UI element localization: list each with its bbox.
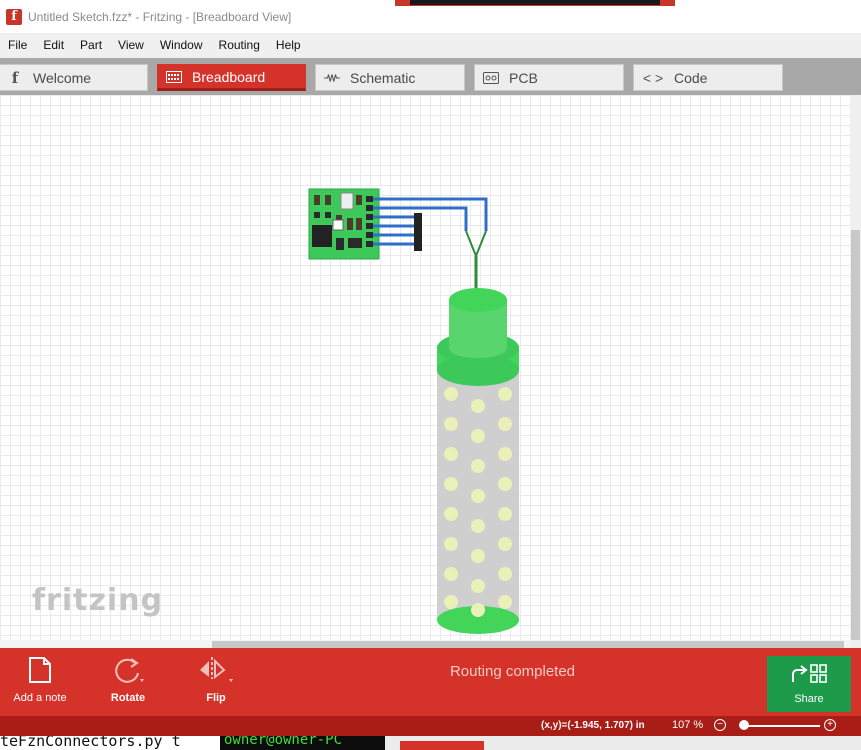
wire-bundle[interactable] [373, 197, 488, 296]
menu-view[interactable]: View [110, 33, 152, 58]
flip-label: Flip [206, 692, 226, 704]
smd-component [314, 195, 320, 205]
sensor-module[interactable] [308, 188, 380, 260]
status-bar: (x,y)=(-1.945, 1.707) in 107 % − + [0, 716, 861, 736]
menu-help[interactable]: Help [268, 33, 309, 58]
smd-component [356, 195, 362, 205]
zoom-level: 107 % [672, 719, 704, 731]
add-note-label: Add a note [13, 692, 67, 704]
smd-component [325, 212, 331, 218]
tab-breadboard[interactable]: Breadboard [157, 64, 306, 91]
fritzing-app-icon: f [6, 8, 22, 25]
share-button[interactable]: Share [767, 656, 851, 712]
zoom-out-icon[interactable]: − [714, 719, 726, 731]
view-tab-bar: f Welcome Breadboard Schematic PCB < > C… [0, 58, 861, 95]
tab-code[interactable]: < > Code [633, 64, 783, 91]
rotate-label: Rotate [110, 692, 146, 704]
fritzing-watermark: fritzing [32, 583, 164, 618]
background-terminal-text: owner@owner-PC [224, 736, 343, 748]
soil-probe[interactable] [437, 288, 519, 634]
share-icon [791, 663, 827, 687]
zoom-slider[interactable] [740, 725, 820, 727]
pcb-icon [483, 70, 499, 86]
smd-component [347, 218, 353, 230]
tab-pcb[interactable]: PCB [474, 64, 624, 91]
smd-component [332, 219, 344, 231]
tab-label: PCB [509, 69, 538, 86]
smd-component [325, 195, 331, 205]
tab-label: Welcome [33, 69, 92, 86]
smd-component [356, 218, 362, 230]
smd-component [348, 238, 362, 248]
share-label: Share [794, 692, 824, 705]
title-bar: f Untitled Sketch.fzz* - Fritzing - [Bre… [0, 0, 861, 33]
code-brackets-icon: < > [642, 69, 664, 86]
menu-edit[interactable]: Edit [35, 33, 72, 58]
note-page-icon [28, 652, 52, 688]
rotate-button[interactable]: Rotate [88, 652, 168, 712]
tab-welcome[interactable]: f Welcome [0, 64, 148, 91]
horizontal-scroll-thumb[interactable] [212, 641, 844, 648]
flip-icon [198, 652, 234, 688]
background-windows: teFznConnectors.py t owner@owner-PC [0, 736, 861, 750]
window-title: Untitled Sketch.fzz* - Fritzing - [Bread… [28, 9, 292, 24]
background-red-block [400, 741, 484, 750]
flip-button[interactable]: Flip [176, 652, 256, 712]
tab-label: Schematic [350, 69, 416, 86]
smd-component [340, 192, 354, 210]
routing-status-text: Routing completed [449, 663, 576, 680]
vertical-scroll-thumb[interactable] [851, 230, 860, 640]
rotate-icon [111, 652, 145, 688]
menu-routing[interactable]: Routing [211, 33, 268, 58]
tab-label: Code [674, 69, 708, 86]
breadboard-canvas[interactable]: fritzing [0, 95, 850, 648]
background-window-edge-dark [410, 0, 660, 5]
fritzing-f-icon: f [11, 68, 19, 87]
menu-bar: File Edit Part View Window Routing Help [0, 33, 861, 58]
ic-chip [312, 225, 332, 247]
breadboard-icon [166, 69, 182, 85]
menu-part[interactable]: Part [72, 33, 110, 58]
add-note-button[interactable]: Add a note [0, 652, 80, 712]
fritzing-window: f Untitled Sketch.fzz* - Fritzing - [Bre… [0, 0, 861, 750]
cursor-coordinates: (x,y)=(-1.945, 1.707) in [541, 720, 645, 731]
smd-component [314, 212, 320, 218]
zoom-in-icon[interactable]: + [824, 719, 836, 731]
smd-component [336, 238, 344, 250]
resistor-icon [324, 70, 340, 86]
menu-file[interactable]: File [0, 33, 35, 58]
connector-header [414, 213, 422, 251]
tab-label: Breadboard [192, 68, 266, 85]
menu-window[interactable]: Window [152, 33, 211, 58]
tab-schematic[interactable]: Schematic [315, 64, 465, 91]
zoom-slider-handle[interactable] [739, 720, 749, 730]
background-editor-text: teFznConnectors.py t [0, 736, 181, 750]
bottom-toolbar: Add a note Rotate Flip [0, 648, 861, 716]
